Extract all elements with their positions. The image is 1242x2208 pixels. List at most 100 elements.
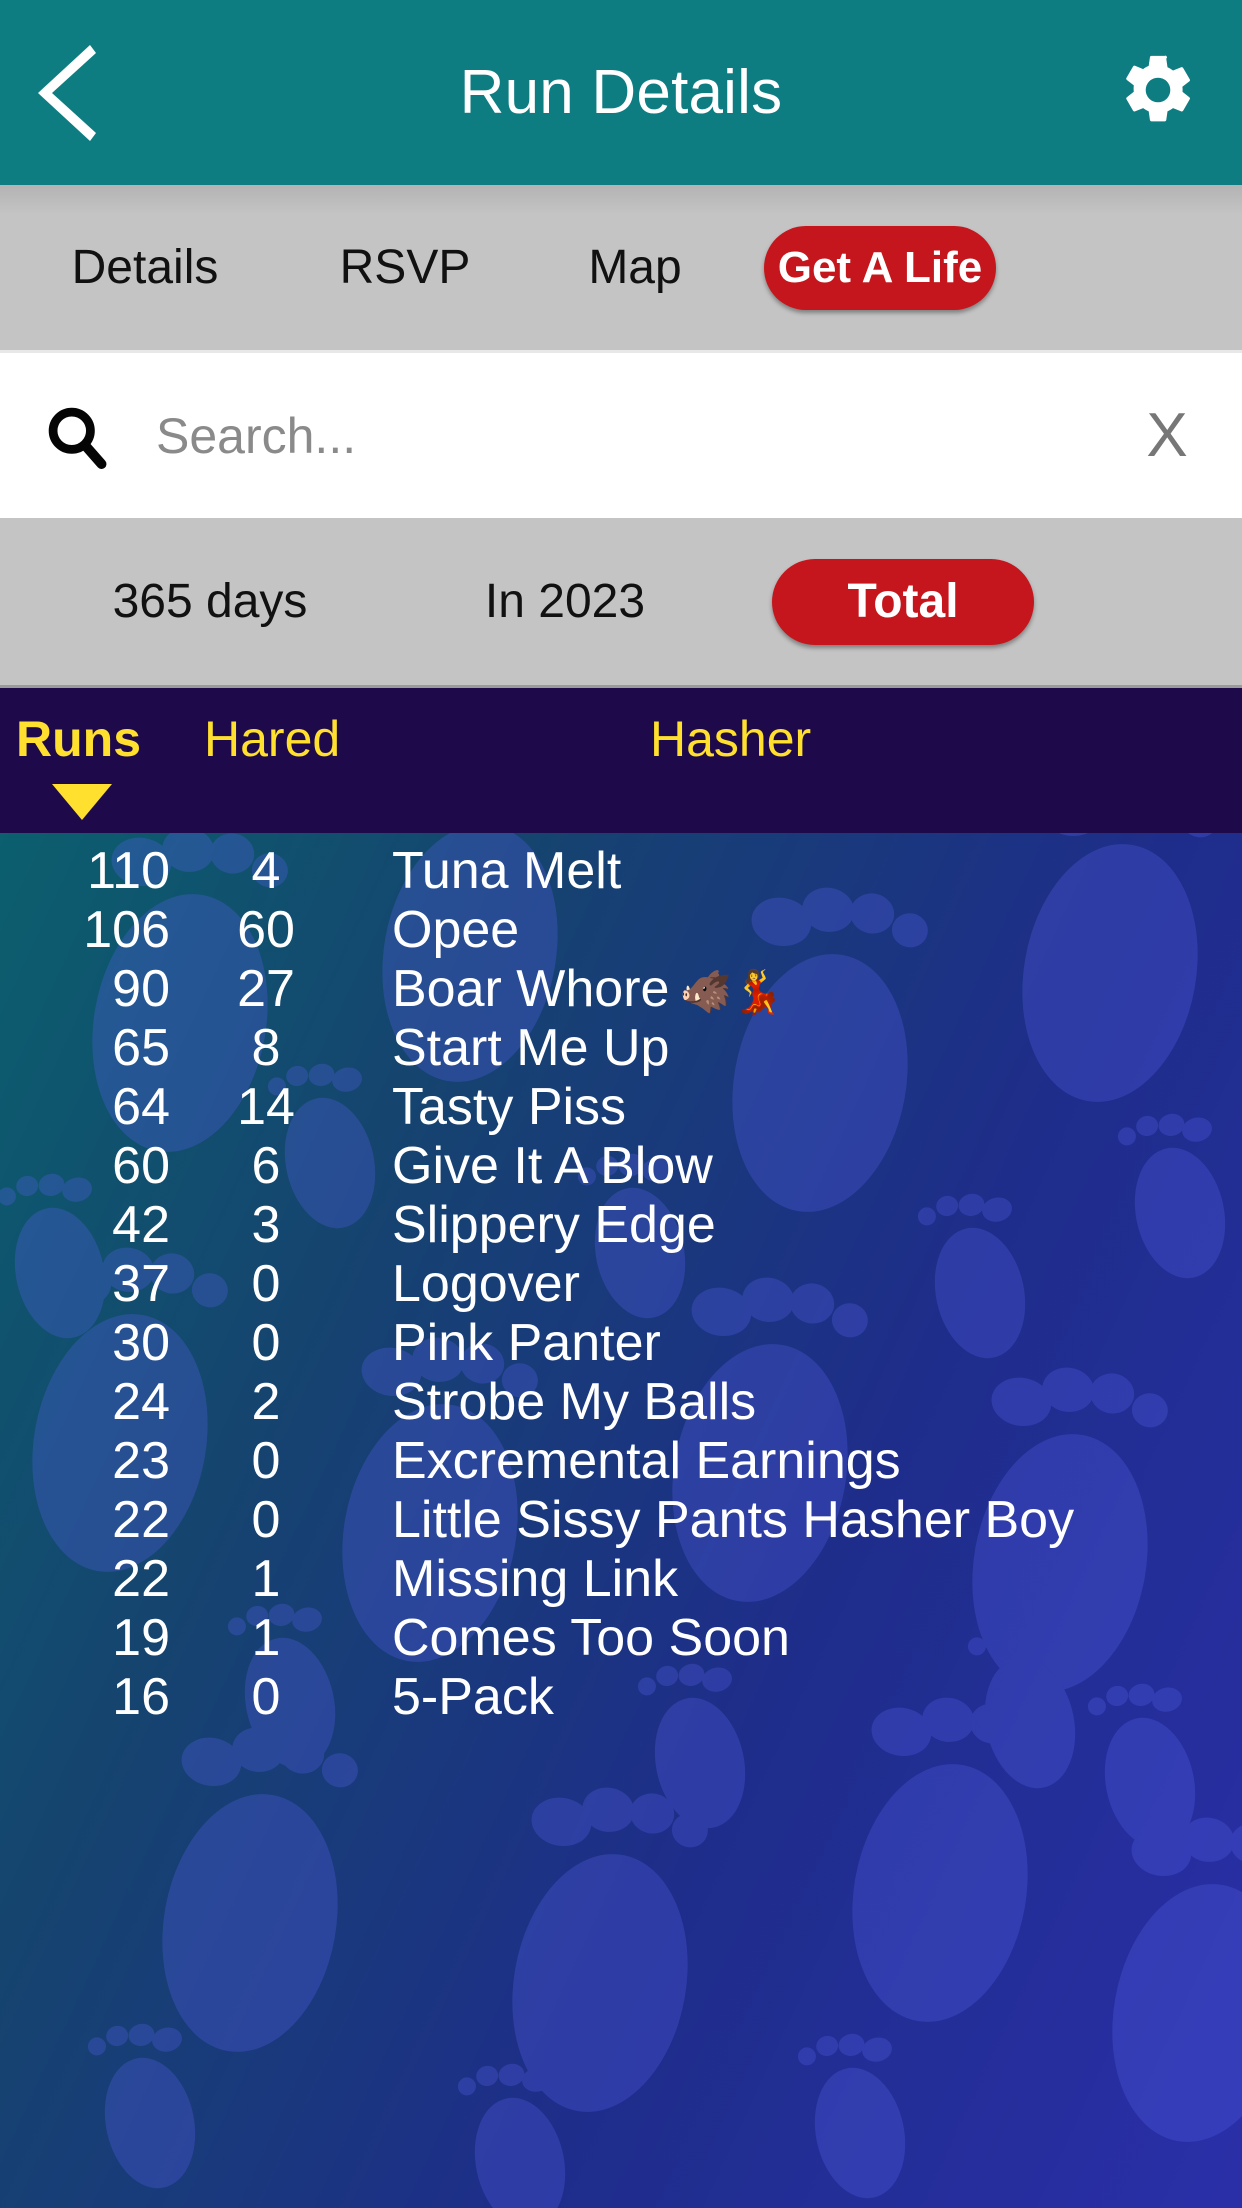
table-row[interactable]: 22 1 Missing Link xyxy=(0,1549,1242,1608)
hasher-name: Missing Link xyxy=(392,1549,679,1608)
filter-year[interactable]: In 2023 xyxy=(420,574,710,629)
cell-runs: 37 xyxy=(112,1254,170,1313)
table-row[interactable]: 16 0 5-Pack xyxy=(0,1667,1242,1726)
clear-search-icon[interactable]: X xyxy=(1132,404,1202,467)
cell-hared: 2 xyxy=(251,1372,281,1431)
cell-hared: 0 xyxy=(251,1254,281,1313)
cell-hasher: Missing Link xyxy=(346,1549,1242,1609)
cell-runs: 65 xyxy=(112,1018,170,1077)
table-row[interactable]: 64 14 Tasty Piss xyxy=(0,1077,1242,1136)
table-row[interactable]: 23 0 Excremental Earnings xyxy=(0,1431,1242,1490)
gear-icon xyxy=(1117,49,1199,136)
hasher-name: Opee xyxy=(392,900,520,959)
get-a-life-button[interactable]: Get A Life xyxy=(764,225,996,310)
cell-hasher: Excremental Earnings xyxy=(346,1431,1242,1491)
cell-hasher: Give It A Blow xyxy=(346,1136,1242,1196)
table-row[interactable]: 37 0 Logover xyxy=(0,1254,1242,1313)
hasher-name: Comes Too Soon xyxy=(392,1608,790,1667)
column-header-runs[interactable]: Runs xyxy=(16,710,141,768)
cell-runs: 30 xyxy=(112,1313,170,1372)
cell-hared: 0 xyxy=(251,1313,281,1372)
table-row[interactable]: 22 0 Little Sissy Pants Hasher Boy xyxy=(0,1490,1242,1549)
cell-hared: 27 xyxy=(237,959,295,1018)
cell-hasher: Tasty Piss xyxy=(346,1077,1242,1137)
cell-runs: 24 xyxy=(112,1372,170,1431)
hasher-name: Give It A Blow xyxy=(392,1136,713,1195)
app-bar: Run Details xyxy=(0,0,1242,185)
table-row[interactable]: 60 6 Give It A Blow xyxy=(0,1136,1242,1195)
hasher-name: Tuna Melt xyxy=(392,841,622,900)
cell-hasher: 5-Pack xyxy=(346,1667,1242,1727)
cell-runs: 22 xyxy=(112,1490,170,1549)
settings-button[interactable] xyxy=(1108,43,1208,143)
hasher-name: Pink Panter xyxy=(392,1313,661,1372)
cell-hared: 1 xyxy=(251,1549,281,1608)
stats-rows: 110 4 Tuna Melt 106 60 Opee 90 27 Boar Whore 🐗💃 65… xyxy=(0,833,1242,1726)
table-row[interactable]: 19 1 Comes Too Soon xyxy=(0,1608,1242,1667)
table-row[interactable]: 30 0 Pink Panter xyxy=(0,1313,1242,1372)
cell-runs: 23 xyxy=(112,1431,170,1490)
cell-hared: 1 xyxy=(251,1608,281,1667)
cell-runs: 42 xyxy=(112,1195,170,1254)
cell-runs: 16 xyxy=(112,1667,170,1726)
run-details-screen: Run Details Details RSVP Map Get A Life … xyxy=(0,0,1242,2208)
hasher-name: Logover xyxy=(392,1254,580,1313)
cell-runs: 22 xyxy=(112,1549,170,1608)
cell-runs: 19 xyxy=(112,1608,170,1667)
cell-runs: 110 xyxy=(87,841,170,900)
hasher-name: Excremental Earnings xyxy=(392,1431,901,1490)
cell-hared: 8 xyxy=(251,1018,281,1077)
cell-hasher: Opee xyxy=(346,900,1242,960)
column-header-hared[interactable]: Hared xyxy=(204,710,340,768)
cell-hasher: Strobe My Balls xyxy=(346,1372,1242,1432)
cell-hasher: Logover xyxy=(346,1254,1242,1314)
hasher-emoji: 🐗💃 xyxy=(679,967,785,1015)
cell-hared: 3 xyxy=(251,1195,281,1254)
table-row[interactable]: 90 27 Boar Whore 🐗💃 xyxy=(0,959,1242,1018)
filter-total-button[interactable]: Total xyxy=(772,558,1034,645)
filter-date-range[interactable]: 365 days xyxy=(0,574,420,629)
chevron-left-icon xyxy=(34,41,96,145)
hasher-name: Boar Whore xyxy=(392,959,670,1018)
table-row[interactable]: 110 4 Tuna Melt xyxy=(0,841,1242,900)
cell-hared: 0 xyxy=(251,1431,281,1490)
search-input[interactable] xyxy=(156,406,1132,465)
search-icon[interactable] xyxy=(40,399,114,473)
search-bar: X xyxy=(0,353,1242,518)
cell-hasher: Comes Too Soon xyxy=(346,1608,1242,1668)
cell-hared: 6 xyxy=(251,1136,281,1195)
cell-hasher: Pink Panter xyxy=(346,1313,1242,1373)
cell-runs: 60 xyxy=(112,1136,170,1195)
cell-hared: 60 xyxy=(237,900,295,959)
page-title: Run Details xyxy=(459,58,783,127)
cell-hasher: Tuna Melt xyxy=(346,841,1242,901)
hasher-name: Start Me Up xyxy=(392,1018,670,1077)
table-header: Runs Hared Hasher xyxy=(0,688,1242,833)
cell-hared: 4 xyxy=(251,841,281,900)
cell-hared: 0 xyxy=(251,1490,281,1549)
column-header-hasher[interactable]: Hasher xyxy=(650,710,811,768)
cell-runs: 90 xyxy=(112,959,170,1018)
caret-down-icon xyxy=(52,784,112,820)
cell-hasher: Boar Whore 🐗💃 xyxy=(346,959,1242,1019)
back-button[interactable] xyxy=(34,33,124,153)
cell-runs: 64 xyxy=(112,1077,170,1136)
hasher-name: Strobe My Balls xyxy=(392,1372,757,1431)
table-row[interactable]: 106 60 Opee xyxy=(0,900,1242,959)
table-row[interactable]: 42 3 Slippery Edge xyxy=(0,1195,1242,1254)
cell-runs: 106 xyxy=(83,900,170,959)
cell-hasher: Start Me Up xyxy=(346,1018,1242,1078)
hasher-name: Slippery Edge xyxy=(392,1195,716,1254)
tab-map[interactable]: Map xyxy=(520,240,750,295)
tab-details[interactable]: Details xyxy=(0,240,290,295)
tab-bar: Details RSVP Map Get A Life xyxy=(0,185,1242,353)
hasher-stats-list[interactable]: 110 4 Tuna Melt 106 60 Opee 90 27 Boar Whore 🐗💃 65… xyxy=(0,833,1242,2208)
hasher-name: Tasty Piss xyxy=(392,1077,627,1136)
cell-hasher: Little Sissy Pants Hasher Boy xyxy=(346,1490,1242,1550)
table-row[interactable]: 24 2 Strobe My Balls xyxy=(0,1372,1242,1431)
hasher-name: Little Sissy Pants Hasher Boy xyxy=(392,1490,1075,1549)
tab-rsvp[interactable]: RSVP xyxy=(290,240,520,295)
table-row[interactable]: 65 8 Start Me Up xyxy=(0,1018,1242,1077)
filter-bar: 365 days In 2023 Total xyxy=(0,518,1242,688)
cell-hared: 0 xyxy=(251,1667,281,1726)
